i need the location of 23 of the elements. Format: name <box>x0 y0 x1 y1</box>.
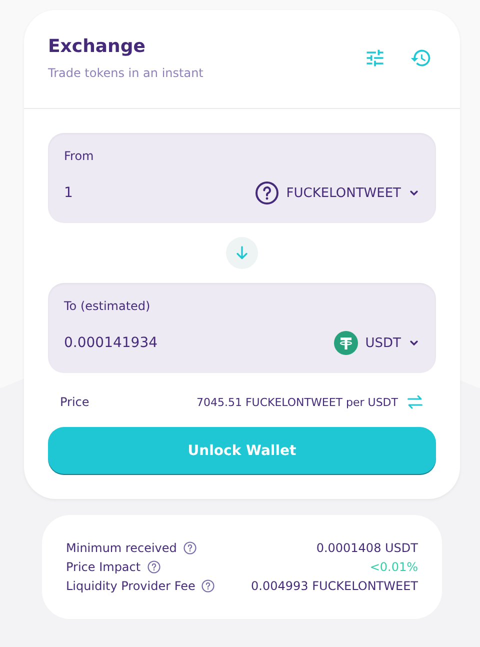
amount-field[interactable]: 0.000141934 <box>64 335 334 351</box>
help-icon[interactable] <box>182 541 197 555</box>
panel-label: To (estimated) <box>64 299 152 313</box>
token-select[interactable]: FUCKELONTWEET <box>255 181 420 205</box>
detail-value: <0.01% <box>370 560 418 574</box>
token-select[interactable]: USDT <box>334 331 420 355</box>
detail-label: Liquidity Provider Fee <box>66 579 196 593</box>
detail-value: 0.004993 FUCKELONTWEET <box>251 579 418 593</box>
detail-value: 0.0001408 USDT <box>316 541 418 555</box>
price-label: Price <box>60 395 90 409</box>
price-value: 7045.51 FUCKELONTWEET per USDT <box>196 396 398 408</box>
help-icon[interactable] <box>201 579 216 593</box>
swap-icon[interactable] <box>406 393 424 411</box>
question-icon <box>255 181 280 205</box>
amount-field[interactable]: 1 <box>64 185 256 201</box>
panel-label: From <box>64 149 95 163</box>
help-icon[interactable] <box>146 560 161 574</box>
detail-label: Price Impact <box>66 560 141 574</box>
card-subtitle: Trade tokens in an instant <box>48 66 204 80</box>
detail-label: Minimum received <box>66 541 177 555</box>
token-logo-icon <box>334 331 358 355</box>
direction-button[interactable] <box>226 237 258 269</box>
card-title: Exchange <box>48 36 146 57</box>
